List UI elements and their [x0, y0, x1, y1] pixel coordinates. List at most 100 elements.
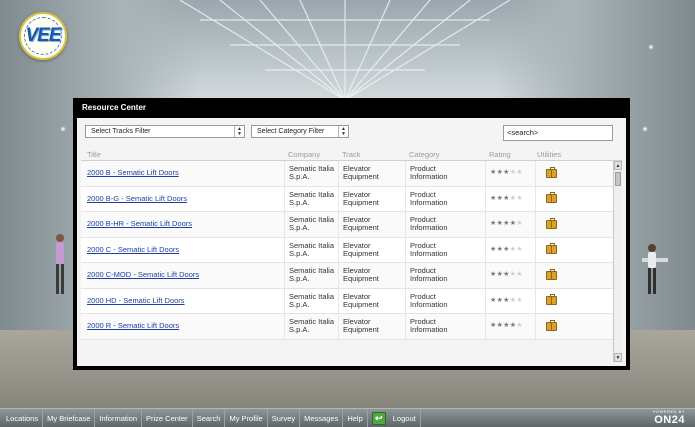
- table-scrollbar[interactable]: ▲ ▼: [613, 161, 622, 362]
- rating-stars[interactable]: ★★★★★: [490, 220, 523, 228]
- star-empty-icon[interactable]: ★: [516, 271, 523, 278]
- company-cell: Sematic Italia S.p.A.: [284, 161, 338, 186]
- rating-cell[interactable]: ★★★★★: [485, 313, 535, 339]
- rating-stars[interactable]: ★★★★★: [490, 322, 523, 330]
- resource-title-link[interactable]: 2000 B-HR - Sematic Lift Doors: [81, 220, 284, 228]
- nav-information[interactable]: Information: [95, 408, 142, 427]
- nav-locations[interactable]: Locations: [0, 408, 44, 427]
- rating-cell[interactable]: ★★★★★: [485, 262, 535, 288]
- star-empty-icon[interactable]: ★: [516, 246, 523, 253]
- rating-cell[interactable]: ★★★★★: [485, 186, 535, 212]
- rating-stars[interactable]: ★★★★★: [490, 169, 523, 177]
- star-filled-icon[interactable]: ★: [490, 169, 497, 176]
- category-line: Information: [410, 248, 448, 258]
- search-input[interactable]: <search>: [503, 125, 613, 141]
- resource-title-link[interactable]: 2000 C - Sematic Lift Doors: [81, 245, 284, 254]
- table-row: 2000 C - Sematic Lift Doors Sematic Itali…: [81, 237, 622, 263]
- rating-stars[interactable]: ★★★★★: [490, 195, 523, 203]
- rating-cell[interactable]: ★★★★★: [485, 211, 535, 237]
- nav-my-briefcase[interactable]: My Briefcase: [43, 408, 96, 427]
- star-empty-icon[interactable]: ★: [516, 322, 523, 329]
- star-filled-icon[interactable]: ★: [503, 169, 510, 176]
- table-header: Title Company Track Category Rating Util…: [81, 147, 622, 161]
- company-line: S.p.A.: [289, 248, 310, 258]
- track-cell: Elevator Equipment: [338, 186, 405, 212]
- track-line: Equipment: [343, 299, 379, 309]
- briefcase-icon[interactable]: [546, 217, 557, 229]
- star-filled-icon[interactable]: ★: [503, 322, 510, 329]
- star-filled-icon[interactable]: ★: [490, 322, 497, 329]
- nav-logout[interactable]: Logout: [389, 408, 421, 427]
- nav-my-profile[interactable]: My Profile: [225, 408, 268, 427]
- briefcase-icon[interactable]: [546, 243, 557, 255]
- star-filled-icon[interactable]: ★: [503, 297, 510, 304]
- briefcase-icon[interactable]: [546, 268, 557, 280]
- star-filled-icon[interactable]: ★: [490, 271, 497, 278]
- track-line: Equipment: [343, 274, 379, 284]
- resource-title-link[interactable]: 2000 C-MOD - Sematic Lift Doors: [81, 271, 284, 279]
- briefcase-icon[interactable]: [546, 192, 557, 204]
- column-header-company[interactable]: Company: [284, 149, 338, 159]
- star-filled-icon[interactable]: ★: [490, 246, 497, 253]
- nav-prize-center[interactable]: Prize Center: [142, 408, 193, 427]
- star-empty-icon[interactable]: ★: [516, 297, 523, 304]
- category-line: Information: [410, 274, 448, 284]
- nav-survey[interactable]: Survey: [268, 408, 301, 427]
- rating-stars[interactable]: ★★★★★: [490, 246, 523, 254]
- utilities-cell: [535, 161, 580, 186]
- company-cell: Sematic Italia S.p.A.: [284, 313, 338, 339]
- scroll-thumb[interactable]: [615, 172, 621, 186]
- track-cell: Elevator Equipment: [338, 313, 405, 339]
- briefcase-icon[interactable]: [546, 319, 557, 331]
- track-cell: Elevator Equipment: [338, 288, 405, 314]
- track-line: Equipment: [343, 248, 379, 258]
- nav-messages[interactable]: Messages: [300, 408, 344, 427]
- star-filled-icon[interactable]: ★: [503, 195, 510, 202]
- nav-exit[interactable]: ↩: [368, 409, 389, 427]
- table-row: 2000 B-G - Sematic Lift Doors Sematic Ita…: [81, 186, 622, 212]
- on24-brand: POWERED BY ON24: [643, 409, 685, 427]
- column-header-track[interactable]: Track: [338, 149, 405, 159]
- company-line: S.p.A.: [289, 274, 310, 284]
- star-empty-icon[interactable]: ★: [516, 220, 523, 227]
- star-filled-icon[interactable]: ★: [490, 195, 497, 202]
- scroll-down-icon[interactable]: ▼: [614, 353, 622, 362]
- scroll-up-icon[interactable]: ▲: [614, 161, 622, 170]
- ceiling-light: [642, 126, 648, 132]
- star-empty-icon[interactable]: ★: [516, 169, 523, 176]
- resource-title-link[interactable]: 2000 B - Sematic Lift Doors: [81, 169, 284, 177]
- rating-cell[interactable]: ★★★★★: [485, 288, 535, 314]
- briefcase-icon[interactable]: [546, 166, 557, 178]
- tracks-filter-select[interactable]: Select Tracks Filter ▲ ▼: [85, 125, 245, 138]
- star-filled-icon[interactable]: ★: [503, 271, 510, 278]
- star-empty-icon[interactable]: ★: [516, 195, 523, 202]
- company-line: S.p.A.: [289, 172, 310, 182]
- rating-cell[interactable]: ★★★★★: [485, 237, 535, 263]
- star-filled-icon[interactable]: ★: [503, 220, 510, 227]
- star-filled-icon[interactable]: ★: [503, 246, 510, 253]
- person-figure-right: [642, 244, 668, 294]
- nav-search[interactable]: Search: [193, 408, 226, 427]
- track-line: Equipment: [343, 172, 379, 182]
- category-filter-select[interactable]: Select Category Filter ▲ ▼: [251, 125, 349, 138]
- category-line: Information: [410, 325, 448, 335]
- rating-stars[interactable]: ★★★★★: [490, 297, 523, 305]
- resource-title-link[interactable]: 2000 B-G - Sematic Lift Doors: [81, 194, 284, 203]
- column-header-category[interactable]: Category: [405, 149, 485, 159]
- column-header-utilities: Utilities: [537, 149, 562, 159]
- star-filled-icon[interactable]: ★: [490, 220, 497, 227]
- exit-icon[interactable]: ↩: [371, 411, 386, 425]
- category-cell: Product Information: [405, 211, 485, 237]
- rating-cell[interactable]: ★★★★★: [485, 161, 535, 186]
- briefcase-icon[interactable]: [546, 294, 557, 306]
- glass-skylight: [180, 0, 510, 100]
- select-arrows-icon: ▲ ▼: [234, 126, 244, 137]
- column-header-rating[interactable]: Rating: [485, 149, 535, 159]
- star-filled-icon[interactable]: ★: [490, 297, 497, 304]
- rating-stars[interactable]: ★★★★★: [490, 271, 523, 279]
- nav-help[interactable]: Help: [343, 408, 368, 427]
- resource-title-link[interactable]: 2000 R - Sematic Lift Doors: [81, 322, 284, 330]
- utilities-cell: [535, 237, 580, 263]
- resource-title-link[interactable]: 2000 HD - Sematic Lift Doors: [81, 296, 284, 305]
- column-header-title[interactable]: Title: [81, 149, 284, 159]
